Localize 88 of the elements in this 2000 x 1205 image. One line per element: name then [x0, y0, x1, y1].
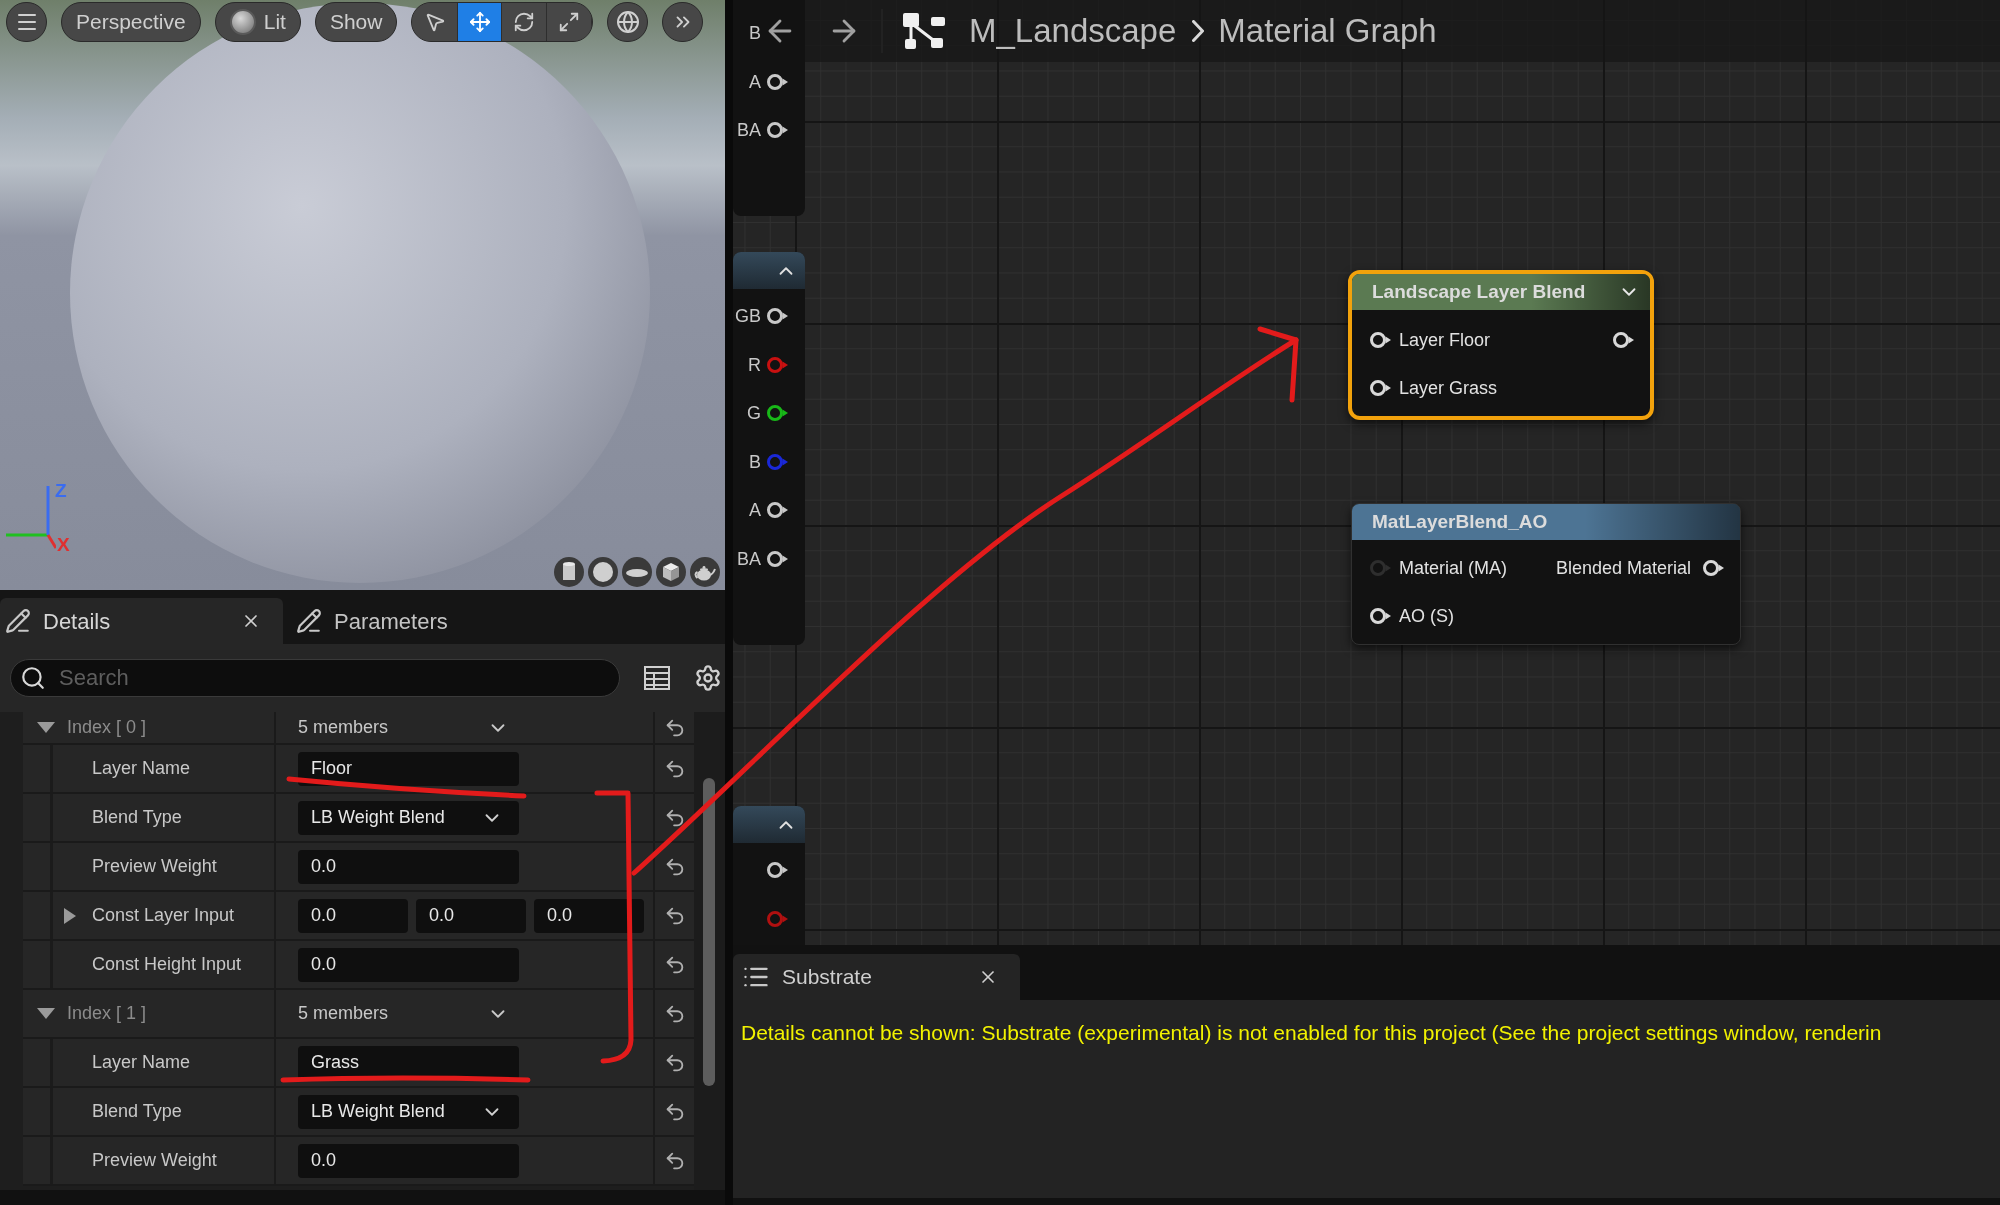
property-label: Const Height Input [92, 953, 242, 976]
search-field[interactable]: Search [10, 659, 620, 697]
globe-icon[interactable] [615, 10, 640, 34]
pin-icon[interactable] [1703, 560, 1724, 576]
property-label: Layer Name [92, 1051, 191, 1074]
pin-label: GB [735, 307, 761, 326]
pin-label: B [749, 452, 761, 471]
triangle-down-icon[interactable] [37, 1008, 55, 1019]
teapot-icon[interactable] [690, 557, 720, 587]
panel-tab[interactable]: Details [0, 598, 283, 644]
pencil-icon[interactable] [296, 608, 322, 634]
node-graph-icon[interactable] [903, 13, 945, 49]
scrollbar[interactable] [694, 712, 725, 1190]
pin-label: BA [737, 549, 761, 568]
number-field[interactable]: 0.0 [298, 898, 408, 933]
property-label: Preview Weight [92, 855, 217, 878]
pin-label: G [747, 404, 761, 423]
number-field[interactable]: 0.0 [416, 898, 526, 933]
view-mode-button[interactable]: Perspective [61, 2, 201, 42]
pin-label: Material (MA) [1399, 556, 1507, 580]
pin-icon[interactable] [767, 308, 788, 325]
chevron-right-icon [1192, 20, 1205, 42]
pin-icon[interactable] [1370, 332, 1391, 348]
settings-icon[interactable] [694, 664, 722, 692]
plane-icon[interactable] [622, 557, 652, 587]
cylinder-icon[interactable] [554, 557, 584, 587]
pin-label: B [749, 24, 761, 43]
pin-label: BA [737, 121, 761, 140]
node-title: Landscape Layer Blend [1372, 279, 1587, 304]
axis-label: X [57, 535, 70, 554]
node-title: MatLayerBlend_AO [1372, 509, 1549, 534]
pin-icon[interactable] [1370, 380, 1391, 396]
blend-type-dropdown[interactable]: LB Weight Blend [298, 1094, 519, 1129]
number-field[interactable]: 0.0 [298, 947, 519, 982]
pin-label: Layer Floor [1399, 328, 1491, 352]
scrollbar-thumb[interactable] [703, 778, 715, 1086]
pin-icon[interactable] [767, 73, 788, 90]
search-icon [20, 665, 46, 691]
graph-node[interactable]: MatLayerBlend_AO Material (MA) Blended Material AO (S) [1351, 503, 1741, 645]
pin-icon[interactable] [767, 405, 788, 422]
members-dropdown[interactable]: 5 members [298, 714, 519, 741]
text-field[interactable]: Floor [298, 751, 519, 786]
pin-icon[interactable] [1613, 332, 1634, 348]
pin-label: A [749, 72, 761, 91]
breadcrumb-current: Material Graph [1218, 11, 1437, 52]
property-label: Blend Type [92, 806, 182, 829]
node-graph-canvas[interactable]: B A BA GB R G B A BA M_Landscape Material Graph Landscape Layer Blend Layer Floor Layer Grass MatLayerBlend_AO Material (MA) Blended Material AO (S) [733, 0, 2000, 945]
expand-arrows-icon[interactable] [558, 11, 581, 33]
number-field[interactable]: 0.0 [298, 849, 519, 884]
graph-node[interactable]: Landscape Layer Blend Layer Floor Layer Grass [1348, 270, 1654, 420]
triangle-right-icon[interactable] [64, 907, 76, 924]
pin-icon[interactable] [1370, 608, 1391, 624]
pin-icon[interactable] [767, 550, 788, 567]
axis-gizmo-icon [6, 486, 56, 550]
blend-type-dropdown[interactable]: LB Weight Blend [298, 800, 519, 835]
transform-tool-button[interactable] [458, 3, 503, 41]
sphere-icon[interactable] [588, 557, 618, 587]
transform-tool-button[interactable] [412, 3, 459, 41]
rotate-arrows-icon[interactable] [513, 11, 536, 33]
view-mode-button[interactable]: Lit [214, 2, 301, 42]
breadcrumb-link[interactable]: M_Landscape [969, 6, 1177, 56]
triangle-down-icon[interactable] [37, 722, 55, 733]
pin-label: AO (S) [1399, 604, 1454, 628]
pin-label: A [749, 501, 761, 520]
table-icon[interactable] [644, 666, 670, 690]
pencil-icon[interactable] [5, 608, 31, 634]
pin-label: R [748, 355, 761, 374]
sphere-icon [229, 9, 256, 35]
members-dropdown[interactable]: 5 members [298, 1000, 519, 1027]
axis-label: Z [55, 481, 67, 500]
pin-icon[interactable] [767, 862, 788, 879]
property-label: Const Layer Input [92, 904, 235, 927]
property-label: Layer Name [92, 757, 191, 780]
pin-icon[interactable] [767, 502, 788, 519]
number-field[interactable]: 0.0 [298, 1143, 519, 1178]
group-label: Index [ 1 ] [67, 1002, 147, 1025]
warning-message: Details cannot be shown: Substrate (experimental) is not enabled for this project (See the project settings window, renderin [741, 1020, 1883, 1046]
four-arrows-icon[interactable] [468, 11, 491, 33]
group-label: Index [ 0 ] [67, 716, 147, 739]
panel-tab[interactable]: Substrate [733, 954, 1020, 1000]
pin-icon[interactable] [767, 122, 788, 139]
pin-label: Blended Material [1555, 556, 1691, 580]
number-field[interactable]: 0.0 [534, 898, 644, 933]
cube-icon[interactable] [656, 557, 686, 587]
property-label: Blend Type [92, 1100, 182, 1123]
pin-label: Layer Grass [1399, 376, 1498, 400]
property-label: Preview Weight [92, 1149, 217, 1172]
text-field[interactable]: Grass [298, 1045, 519, 1080]
